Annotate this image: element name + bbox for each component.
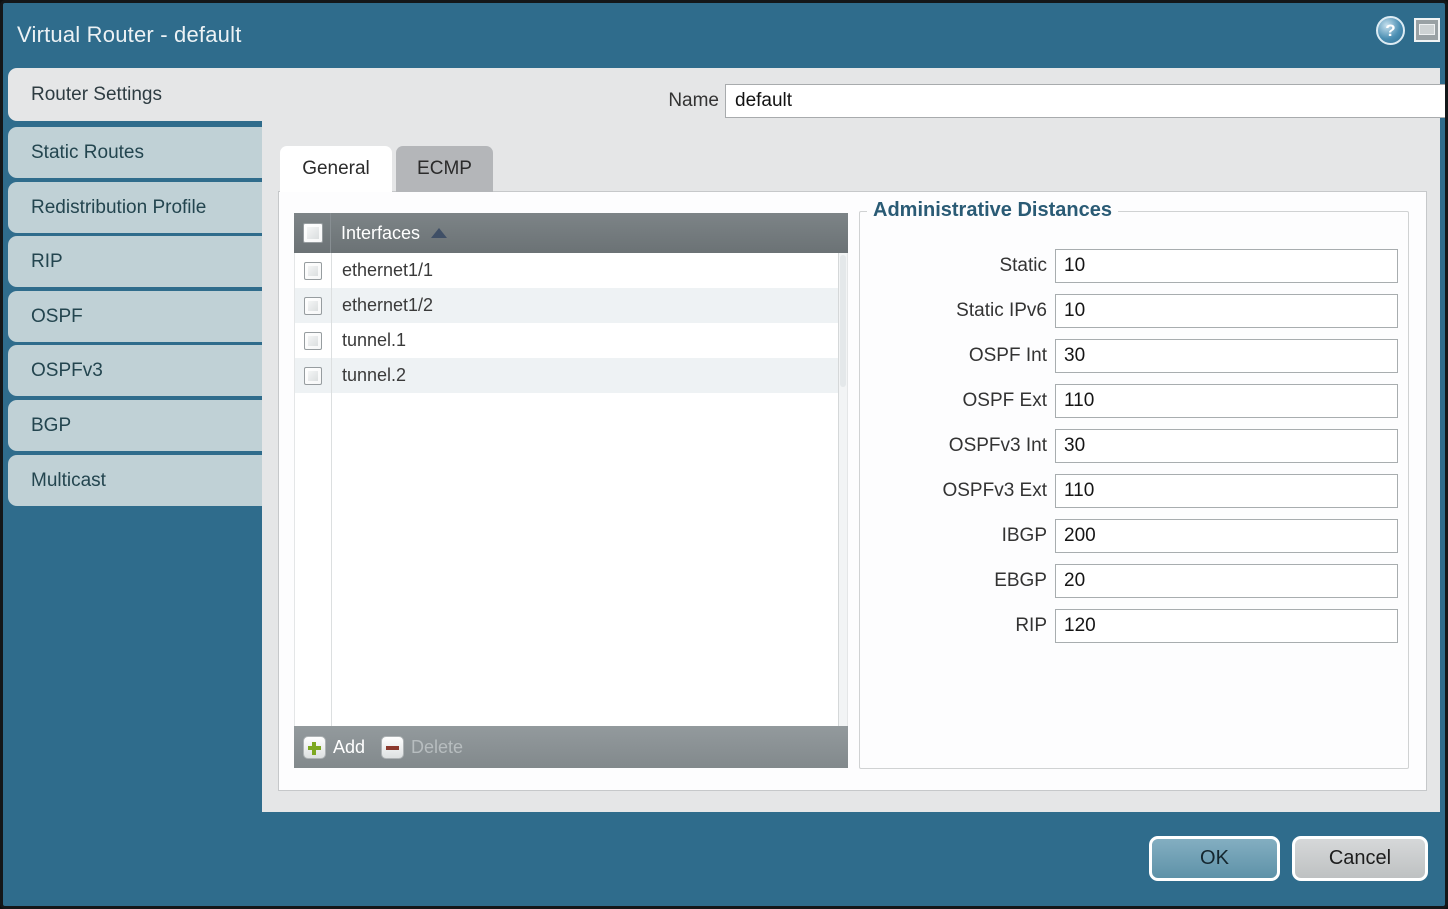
body-column-divider <box>331 253 332 726</box>
static-label: Static <box>860 255 1047 277</box>
sidebar-item-bgp[interactable]: BGP <box>8 400 262 451</box>
static-input[interactable] <box>1055 249 1398 283</box>
row-checkbox[interactable] <box>304 332 322 350</box>
ospf-ext-input[interactable] <box>1055 384 1398 418</box>
ospfv3-ext-input[interactable] <box>1055 474 1398 508</box>
interfaces-header-label: Interfaces <box>341 223 420 244</box>
admin-distances-legend: Administrative Distances <box>867 199 1118 222</box>
sidebar-item-ospfv3[interactable]: OSPFv3 <box>8 345 262 396</box>
table-toolbar: Add Delete <box>294 726 848 768</box>
sidebar-item-multicast[interactable]: Multicast <box>8 455 262 506</box>
window-title: Virtual Router - default <box>17 3 242 67</box>
name-label: Name <box>602 84 719 117</box>
sidebar-item-router-settings[interactable]: Router Settings <box>8 68 264 121</box>
table-row[interactable]: tunnel.2 <box>295 358 847 393</box>
interface-name: tunnel.1 <box>342 330 406 351</box>
ospfv3-int-label: OSPFv3 Int <box>860 435 1047 457</box>
sidebar-item-ospf[interactable]: OSPF <box>8 291 262 342</box>
help-icon[interactable]: ? <box>1376 16 1405 45</box>
ospfv3-ext-label: OSPFv3 Ext <box>860 480 1047 502</box>
sidebar-item-redistribution-profile[interactable]: Redistribution Profile <box>8 182 262 233</box>
interfaces-table: Interfaces ethernet1/1 ethernet1/2 tunne <box>294 213 848 768</box>
delete-minus-icon <box>381 736 404 759</box>
table-row[interactable]: ethernet1/1 <box>295 253 847 288</box>
tab-ecmp[interactable]: ECMP <box>396 146 493 192</box>
admin-distances-fields: Static Static IPv6 OSPF Int OSPF Ext <box>860 249 1408 654</box>
admin-distances-fieldset: Administrative Distances Static Static I… <box>859 211 1409 769</box>
select-all-checkbox[interactable] <box>303 223 323 243</box>
static-ipv6-label: Static IPv6 <box>860 300 1047 322</box>
interface-name: ethernet1/1 <box>342 260 433 281</box>
maximize-icon[interactable] <box>1414 18 1440 42</box>
general-tab-panel: Interfaces ethernet1/1 ethernet1/2 tunne <box>278 191 1427 791</box>
interface-name: ethernet1/2 <box>342 295 433 316</box>
ospf-int-input[interactable] <box>1055 339 1398 373</box>
table-row[interactable]: ethernet1/2 <box>295 288 847 323</box>
sidebar-item-static-routes[interactable]: Static Routes <box>8 127 262 178</box>
row-checkbox[interactable] <box>304 367 322 385</box>
ospf-int-label: OSPF Int <box>860 345 1047 367</box>
rip-label: RIP <box>860 615 1047 637</box>
delete-button[interactable]: Delete <box>381 736 463 759</box>
interfaces-column-header[interactable]: Interfaces <box>294 213 848 253</box>
sort-ascending-icon <box>431 228 447 238</box>
add-button[interactable]: Add <box>303 736 365 759</box>
header-column-divider <box>330 213 331 253</box>
static-ipv6-input[interactable] <box>1055 294 1398 328</box>
add-plus-icon <box>303 736 326 759</box>
add-button-label: Add <box>333 737 365 758</box>
content-panel: Name General ECMP Interfaces ethernet1/1 <box>262 68 1440 812</box>
ebgp-input[interactable] <box>1055 564 1398 598</box>
cancel-button[interactable]: Cancel <box>1292 836 1428 881</box>
virtual-router-dialog: Virtual Router - default ? Router Settin… <box>0 0 1448 909</box>
rip-input[interactable] <box>1055 609 1398 643</box>
interfaces-table-body: ethernet1/1 ethernet1/2 tunnel.1 tunnel.… <box>294 253 848 726</box>
name-input[interactable] <box>725 84 1448 118</box>
interface-name: tunnel.2 <box>342 365 406 386</box>
table-scrollbar[interactable] <box>838 253 847 726</box>
ospfv3-int-input[interactable] <box>1055 429 1398 463</box>
sidebar-item-rip[interactable]: RIP <box>8 236 262 287</box>
ibgp-input[interactable] <box>1055 519 1398 553</box>
row-checkbox[interactable] <box>304 297 322 315</box>
ibgp-label: IBGP <box>860 525 1047 547</box>
tab-general[interactable]: General <box>280 146 392 192</box>
row-checkbox[interactable] <box>304 262 322 280</box>
delete-button-label: Delete <box>411 737 463 758</box>
ok-button[interactable]: OK <box>1149 836 1280 881</box>
titlebar: Virtual Router - default ? <box>3 3 1445 67</box>
ospf-ext-label: OSPF Ext <box>860 390 1047 412</box>
ebgp-label: EBGP <box>860 570 1047 592</box>
table-row[interactable]: tunnel.1 <box>295 323 847 358</box>
